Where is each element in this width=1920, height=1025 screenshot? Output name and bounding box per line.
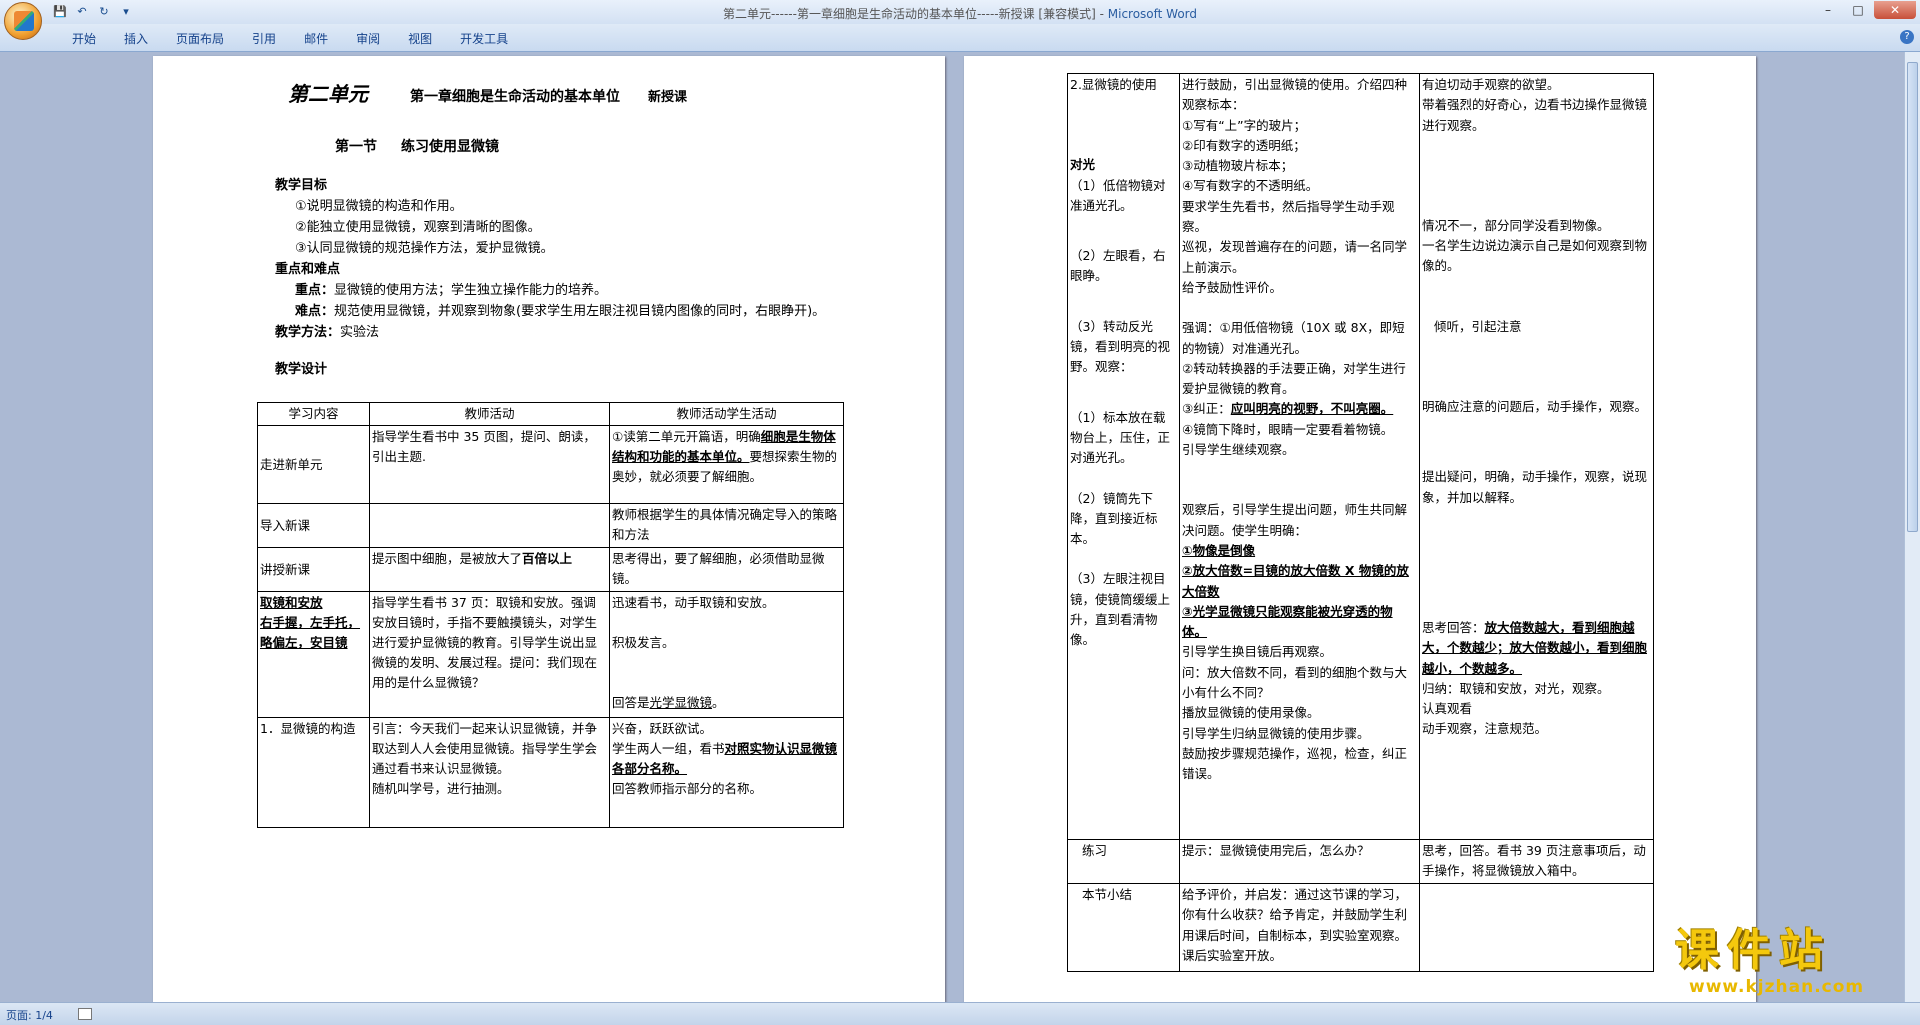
table-cell: 指导学生看书中 35 页图，提问、朗读，引出主题. xyxy=(369,425,610,504)
tab-home[interactable]: 开始 xyxy=(58,30,110,47)
maximize-button[interactable]: □ xyxy=(1844,1,1872,19)
table-cell: 提示图中细胞，是被放大了百倍以上 xyxy=(369,547,610,592)
document-page-1: 第二单元 第一章细胞是生命活动的基本单位 新授课 第一节 练习使用显微镜 教学目标 ①… xyxy=(153,56,945,1002)
status-bar: 页面: 1/4 xyxy=(0,1002,1920,1025)
teaching-method: 教学方法：实验法 xyxy=(275,325,380,340)
table-cell: 导入新课 xyxy=(257,503,370,548)
table-cell xyxy=(1419,883,1654,972)
minimize-button[interactable]: – xyxy=(1814,1,1842,19)
table-cell xyxy=(369,503,610,548)
table-row: 取镜和安放 右手握，左手托，略偏左，安目镜 指导学生看书 37 页：取镜和安放。强… xyxy=(257,591,844,718)
table-cell: 提示：显微镜使用完后，怎么办？ xyxy=(1179,839,1420,884)
office-button[interactable] xyxy=(4,2,42,40)
table-cell: 思考得出，要了解细胞，必须借助显微镜。 xyxy=(609,547,844,592)
goals-heading: 教学目标 xyxy=(275,178,328,193)
goal-item: ①说明显微镜的构造和作用。 xyxy=(295,199,463,214)
table-cell: 兴奋，跃跃欲试。 学生两人一组，看书对照实物认识显微镜各部分名称。 回答教师指示部分… xyxy=(609,717,844,828)
chapter-title: 第一章细胞是生命活动的基本单位 xyxy=(410,89,620,105)
goal-item: ③认同显微镜的规范操作方法，爱护显微镜。 xyxy=(295,241,554,256)
table-cell: 取镜和安放 右手握，左手托，略偏左，安目镜 xyxy=(257,591,370,718)
table-row: 1．显微镜的构造 引言：今天我们一起来认识显微镜，并争取达到人人会使用显微镜。指… xyxy=(257,717,844,828)
table-cell: 有迫切动手观察的欲望。 带着强烈的好奇心，边看书边操作显微镜进行观察。 情况不一… xyxy=(1419,73,1654,840)
lesson-type: 新授课 xyxy=(648,90,688,105)
document-workspace: 第二单元 第一章细胞是生命活动的基本单位 新授课 第一节 练习使用显微镜 教学目标 ①… xyxy=(0,52,1904,1002)
title-bar: 💾 ↶ ↻ ▾ 第二单元------第一章细胞是生命活动的基本单位-----新授… xyxy=(0,0,1920,40)
ribbon: 开始 插入 页面布局 引用 邮件 审阅 视图 开发工具 ? xyxy=(0,24,1920,52)
tab-developer[interactable]: 开发工具 xyxy=(446,30,522,47)
table-cell: 进行鼓励，引出显微镜的使用。介绍四种观察标本： ①写有“上”字的玻片； ②印有数… xyxy=(1179,73,1420,840)
scrollbar-thumb[interactable] xyxy=(1907,62,1918,532)
tab-insert[interactable]: 插入 xyxy=(110,30,162,47)
section-title: 第一节 练习使用显微镜 xyxy=(335,139,499,155)
table-row: 讲授新课 提示图中细胞，是被放大了百倍以上 思考得出，要了解细胞，必须借助显微镜… xyxy=(257,547,844,592)
office-logo-icon xyxy=(14,11,34,31)
close-button[interactable]: ✕ xyxy=(1874,1,1916,19)
table-cell: 指导学生看书 37 页：取镜和安放。强调安放目镜时，手指不要触摸镜头，对学生进行… xyxy=(369,591,610,718)
table-header-row: 学习内容 教师活动 教师活动学生活动 xyxy=(257,402,844,426)
help-icon[interactable]: ? xyxy=(1900,30,1914,44)
table-row: 走进新单元 指导学生看书中 35 页图，提问、朗读，引出主题. ①读第二单元开篇… xyxy=(257,425,844,504)
header-cell: 教师活动学生活动 xyxy=(609,402,844,426)
table-cell: 讲授新课 xyxy=(257,547,370,592)
document-page-2: 2.显微镜的使用 对光 （1）低倍物镜对准通光孔。 （2）左眼看，右眼睁。 （3… xyxy=(964,56,1756,1002)
watermark-title: 课件站 xyxy=(1675,925,1831,976)
site-watermark: 课件站 www.kjzhan.com xyxy=(1675,925,1915,1000)
table-cell: 2.显微镜的使用 对光 （1）低倍物镜对准通光孔。 （2）左眼看，右眼睁。 （3… xyxy=(1067,73,1180,840)
header-cell: 教师活动 xyxy=(369,402,610,426)
window-title: 第二单元------第一章细胞是生命活动的基本单位-----新授课 [兼容模式]… xyxy=(722,7,1198,21)
table-cell: 本节小结 xyxy=(1067,883,1180,972)
table-cell: 走进新单元 xyxy=(257,425,370,504)
table-row: 本节小结 给予评价，并启发：通过这节课的学习，你有什么收获？给予肯定，并鼓励学生… xyxy=(1067,883,1654,972)
spelling-check-icon[interactable] xyxy=(78,1008,92,1020)
keypoints-heading: 重点和难点 xyxy=(275,262,341,277)
vertical-scrollbar[interactable] xyxy=(1904,52,1920,1002)
tab-page-layout[interactable]: 页面布局 xyxy=(162,30,238,47)
lesson-table-1: 学习内容 教师活动 教师活动学生活动 走进新单元 指导学生看书中 35 页图，提… xyxy=(257,402,844,828)
tab-review[interactable]: 审阅 xyxy=(342,30,394,47)
table-cell: 教师根据学生的具体情况确定导入的策略和方法 xyxy=(609,503,844,548)
table-row: 导入新课 教师根据学生的具体情况确定导入的策略和方法 xyxy=(257,503,844,548)
page-indicator[interactable]: 页面: 1/4 xyxy=(6,1007,53,1023)
tab-view[interactable]: 视图 xyxy=(394,30,446,47)
tab-references[interactable]: 引用 xyxy=(238,30,290,47)
table-cell: 练习 xyxy=(1067,839,1180,884)
tab-mailings[interactable]: 邮件 xyxy=(290,30,342,47)
header-cell: 学习内容 xyxy=(257,402,370,426)
table-row: 2.显微镜的使用 对光 （1）低倍物镜对准通光孔。 （2）左眼看，右眼睁。 （3… xyxy=(1067,73,1654,840)
table-cell: 给予评价，并启发：通过这节课的学习，你有什么收获？给予肯定，并鼓励学生利用课后时… xyxy=(1179,883,1420,972)
doc-heading: 第二单元 第一章细胞是生命活动的基本单位 新授课 xyxy=(288,78,687,107)
unit-title: 第二单元 xyxy=(288,82,368,106)
design-heading: 教学设计 xyxy=(275,362,328,377)
table-cell: 迅速看书，动手取镜和安放。 积极发言。 回答是光学显微镜。 xyxy=(609,591,844,718)
watermark-url: www.kjzhan.com xyxy=(1689,977,1865,997)
table-row: 练习 提示：显微镜使用完后，怎么办？ 思考，回答。看书 39 页注意事项后，动手… xyxy=(1067,839,1654,884)
table-cell: 思考，回答。看书 39 页注意事项后，动手操作，将显微镜放入箱中。 xyxy=(1419,839,1654,884)
goals-block: 教学目标 ①说明显微镜的构造和作用。 ②能独立使用显微镜，观察到清晰的图像。 ③… xyxy=(275,175,825,343)
goal-item: ②能独立使用显微镜，观察到清晰的图像。 xyxy=(295,220,541,235)
key-point: 重点：显微镜的使用方法；学生独立操作能力的培养。 xyxy=(295,283,608,298)
table-cell: ①读第二单元开篇语，明确细胞是生物体结构和功能的基本单位。要想探索生物的奥妙，就… xyxy=(609,425,844,504)
difficulty: 难点：规范使用显微镜，并观察到物象(要求学生用左眼注视目镜内图像的同时，右眼睁开… xyxy=(295,304,826,319)
lesson-table-2: 2.显微镜的使用 对光 （1）低倍物镜对准通光孔。 （2）左眼看，右眼睁。 （3… xyxy=(1067,73,1654,972)
table-cell: 1．显微镜的构造 xyxy=(257,717,370,828)
table-cell: 引言：今天我们一起来认识显微镜，并争取达到人人会使用显微镜。指导学生学会通过看书… xyxy=(369,717,610,828)
